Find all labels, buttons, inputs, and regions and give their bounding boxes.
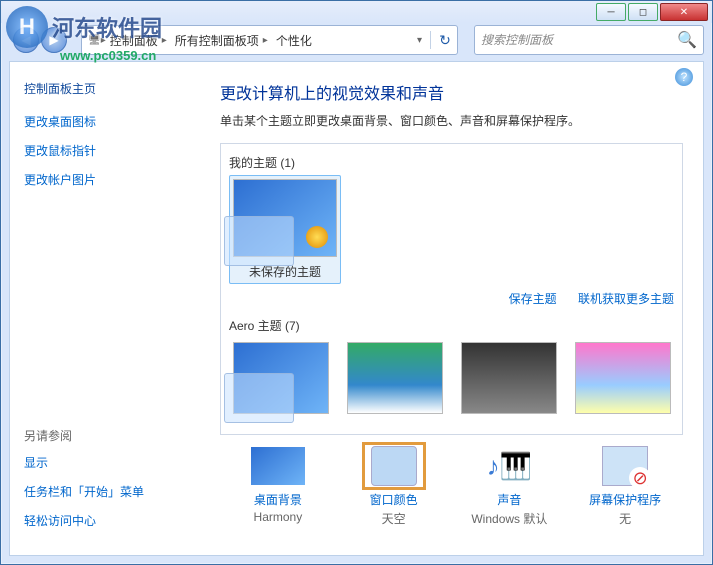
theme-thumbnail bbox=[233, 179, 337, 257]
main-panel: ? 更改计算机上的视觉效果和声音 单击某个主题立即更改桌面背景、窗口颜色、声音和… bbox=[200, 62, 703, 555]
crumb-2[interactable]: 个性化 bbox=[272, 26, 316, 54]
search-box[interactable]: 🔍 bbox=[474, 25, 704, 55]
search-icon[interactable]: 🔍 bbox=[677, 30, 697, 50]
save-theme-link[interactable]: 保存主题 bbox=[509, 292, 557, 306]
aero-theme-2[interactable] bbox=[457, 338, 561, 424]
see-also-display[interactable]: 显示 bbox=[24, 454, 186, 471]
control-panel-window: ─ ◻ ✕ ◀ ▶ 🖥 ▸ 控制面板▸ 所有控制面板项▸ 个性化 ▾ ↻ 🔍 bbox=[0, 0, 713, 565]
history-dropdown[interactable]: ▾ bbox=[411, 35, 428, 46]
computer-icon: 🖥 bbox=[88, 35, 101, 46]
sidebar-link-account-picture[interactable]: 更改帐户图片 bbox=[24, 171, 186, 188]
titlebar: ─ ◻ ✕ bbox=[1, 1, 712, 23]
theme-unsaved[interactable]: 未保存的主题 bbox=[229, 175, 341, 284]
see-also-ease-of-access[interactable]: 轻松访问中心 bbox=[24, 512, 186, 529]
screensaver-icon bbox=[602, 446, 648, 486]
window-color-icon bbox=[371, 446, 417, 486]
personalization-settings: 桌面背景 Harmony 窗口颜色 天空 ♪🎹 声音 Windows 默认 屏幕… bbox=[220, 435, 683, 527]
page-title: 更改计算机上的视觉效果和声音 bbox=[220, 80, 683, 104]
close-button[interactable]: ✕ bbox=[660, 3, 708, 21]
minimize-button[interactable]: ─ bbox=[596, 3, 626, 21]
sounds-setting[interactable]: ♪🎹 声音 Windows 默认 bbox=[459, 445, 559, 527]
aero-theme-3[interactable] bbox=[571, 338, 675, 424]
screensaver-setting[interactable]: 屏幕保护程序 无 bbox=[575, 445, 675, 527]
sidebar: 控制面板主页 更改桌面图标 更改鼠标指针 更改帐户图片 另请参阅 显示 任务栏和… bbox=[10, 62, 200, 555]
help-icon[interactable]: ? bbox=[675, 68, 693, 86]
aero-theme-0[interactable] bbox=[229, 338, 333, 424]
my-themes-header: 我的主题 (1) bbox=[229, 154, 674, 171]
sidebar-link-mouse-pointers[interactable]: 更改鼠标指针 bbox=[24, 142, 186, 159]
see-also-taskbar[interactable]: 任务栏和「开始」菜单 bbox=[24, 483, 186, 500]
aero-theme-1[interactable] bbox=[343, 338, 447, 424]
window-color-setting[interactable]: 窗口颜色 天空 bbox=[344, 445, 444, 527]
see-also: 另请参阅 显示 任务栏和「开始」菜单 轻松访问中心 bbox=[24, 427, 186, 541]
search-input[interactable] bbox=[481, 33, 677, 47]
desktop-background-setting[interactable]: 桌面背景 Harmony bbox=[228, 445, 328, 527]
content-area: 控制面板主页 更改桌面图标 更改鼠标指针 更改帐户图片 另请参阅 显示 任务栏和… bbox=[9, 61, 704, 556]
aero-themes-header: Aero 主题 (7) bbox=[229, 317, 674, 334]
see-also-header: 另请参阅 bbox=[24, 427, 186, 444]
get-more-themes-link[interactable]: 联机获取更多主题 bbox=[578, 292, 674, 306]
theme-actions: 保存主题 联机获取更多主题 bbox=[229, 290, 674, 307]
back-button[interactable]: ◀ bbox=[13, 27, 39, 53]
desktop-bg-icon bbox=[251, 447, 305, 485]
themes-list[interactable]: 我的主题 (1) 未保存的主题 保存主题 联机获取更多主题 Aero 主题 (7… bbox=[220, 143, 683, 435]
page-subtitle: 单击某个主题立即更改桌面背景、窗口颜色、声音和屏幕保护程序。 bbox=[220, 112, 683, 129]
control-panel-home[interactable]: 控制面板主页 bbox=[24, 80, 186, 97]
maximize-button[interactable]: ◻ bbox=[628, 3, 658, 21]
sound-icon: ♪🎹 bbox=[487, 451, 532, 482]
watermark-url: www.pc0359.cn bbox=[60, 48, 156, 63]
crumb-1[interactable]: 所有控制面板项▸ bbox=[171, 26, 272, 54]
refresh-button[interactable]: ↻ bbox=[433, 28, 457, 52]
sidebar-link-desktop-icons[interactable]: 更改桌面图标 bbox=[24, 113, 186, 130]
